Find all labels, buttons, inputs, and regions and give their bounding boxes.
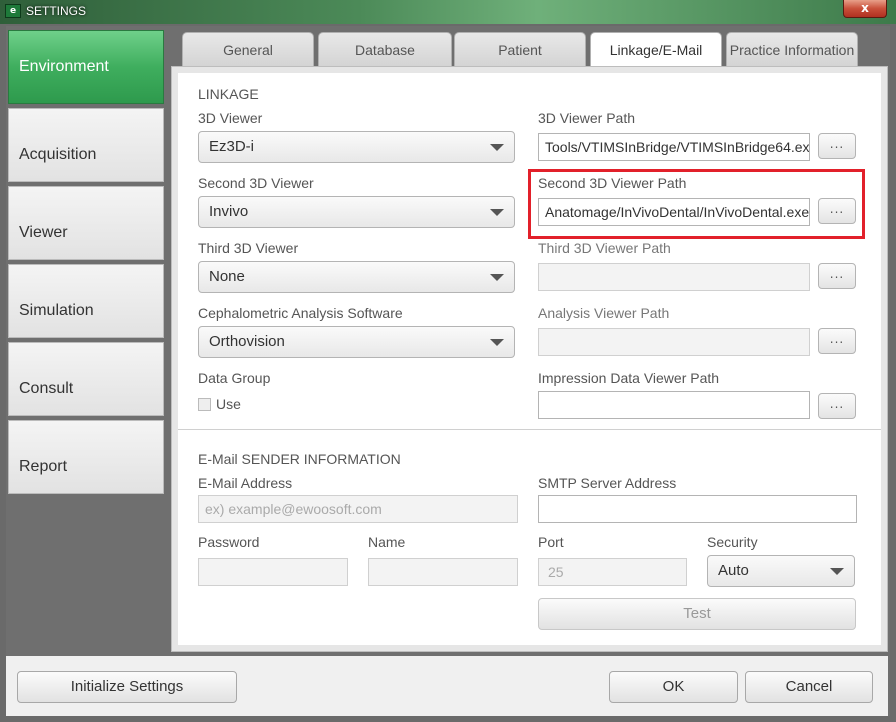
test-button[interactable]: Test — [538, 598, 856, 630]
email-section-title: E-Mail SENDER INFORMATION — [198, 451, 401, 467]
chevron-down-icon — [490, 209, 504, 216]
analysis-path-field[interactable] — [538, 328, 810, 356]
viewer3d-value: Ez3D-i — [209, 138, 255, 155]
sidebar-item-report[interactable]: Report — [8, 420, 164, 494]
security-value: Auto — [718, 562, 749, 579]
sidebar-item-consult[interactable]: Consult — [8, 342, 164, 416]
close-button[interactable]: x — [843, 0, 887, 18]
analysis-path-label: Analysis Viewer Path — [538, 305, 670, 321]
tab-general[interactable]: General — [182, 32, 314, 66]
app-logo-icon: e — [5, 4, 21, 18]
linkage-section-title: LINKAGE — [198, 86, 259, 102]
ceph-software-select[interactable]: Orthovision — [198, 326, 515, 358]
viewer3d-path-label: 3D Viewer Path — [538, 110, 636, 126]
data-group-use-checkbox[interactable] — [198, 398, 211, 411]
ok-button[interactable]: OK — [609, 671, 738, 703]
third-viewer-path-field[interactable] — [538, 263, 810, 291]
cancel-button[interactable]: Cancel — [745, 671, 873, 703]
smtp-field[interactable] — [538, 495, 857, 523]
ceph-software-value: Orthovision — [209, 333, 285, 350]
port-field[interactable]: 25 — [538, 558, 687, 586]
chevron-down-icon — [830, 568, 844, 575]
impression-path-browse-button[interactable]: ... — [818, 393, 856, 419]
data-group-use-label: Use — [216, 396, 241, 412]
second-viewer-value: Invivo — [209, 203, 249, 220]
second-viewer-select[interactable]: Invivo — [198, 196, 515, 228]
chevron-down-icon — [490, 339, 504, 346]
ceph-software-label: Cephalometric Analysis Software — [198, 305, 403, 321]
tab-patient[interactable]: Patient — [454, 32, 586, 66]
chevron-down-icon — [490, 144, 504, 151]
password-label: Password — [198, 534, 260, 550]
chevron-down-icon — [490, 274, 504, 281]
email-address-field[interactable]: ex) example@ewoosoft.com — [198, 495, 518, 523]
sidebar-item-acquisition[interactable]: Acquisition — [8, 108, 164, 182]
initialize-settings-button[interactable]: Initialize Settings — [17, 671, 237, 703]
impression-path-field[interactable] — [538, 391, 810, 419]
third-viewer-path-label: Third 3D Viewer Path — [538, 240, 671, 256]
tab-database[interactable]: Database — [318, 32, 452, 66]
second-viewer-label: Second 3D Viewer — [198, 175, 314, 191]
viewer3d-path-browse-button[interactable]: ... — [818, 133, 856, 159]
sidebar-item-environment[interactable]: Environment — [8, 30, 164, 104]
sidebar-item-viewer[interactable]: Viewer — [8, 186, 164, 260]
settings-window: e SETTINGS x Environment Acquisition Vie… — [0, 0, 896, 722]
section-divider — [178, 429, 881, 430]
viewer3d-select[interactable]: Ez3D-i — [198, 131, 515, 163]
viewer3d-label: 3D Viewer — [198, 110, 263, 126]
title-bar: e SETTINGS x — [0, 0, 896, 24]
tab-linkage-email[interactable]: Linkage/E-Mail — [590, 32, 722, 68]
tab-panel: LINKAGE 3D Viewer Ez3D-i 3D Viewer Path … — [171, 66, 888, 652]
security-select[interactable]: Auto — [707, 555, 855, 587]
highlight-box — [528, 169, 865, 239]
name-field[interactable] — [368, 558, 518, 586]
smtp-label: SMTP Server Address — [538, 475, 677, 491]
third-viewer-select[interactable]: None — [198, 261, 515, 293]
security-label: Security — [707, 534, 758, 550]
viewer3d-path-field[interactable]: Tools/VTIMSInBridge/VTIMSInBridge64.exe — [538, 133, 810, 161]
third-viewer-path-browse-button[interactable]: ... — [818, 263, 856, 289]
linkage-email-panel: LINKAGE 3D Viewer Ez3D-i 3D Viewer Path … — [178, 73, 881, 645]
tab-practice-information[interactable]: Practice Information — [726, 32, 858, 66]
port-label: Port — [538, 534, 564, 550]
third-viewer-value: None — [209, 268, 245, 285]
third-viewer-label: Third 3D Viewer — [198, 240, 299, 256]
analysis-path-browse-button[interactable]: ... — [818, 328, 856, 354]
window-title: SETTINGS — [26, 4, 87, 18]
password-field[interactable] — [198, 558, 348, 586]
impression-path-label: Impression Data Viewer Path — [538, 370, 720, 386]
email-address-label: E-Mail Address — [198, 475, 293, 491]
data-group-label: Data Group — [198, 370, 271, 386]
sidebar-item-simulation[interactable]: Simulation — [8, 264, 164, 338]
name-label: Name — [368, 534, 406, 550]
